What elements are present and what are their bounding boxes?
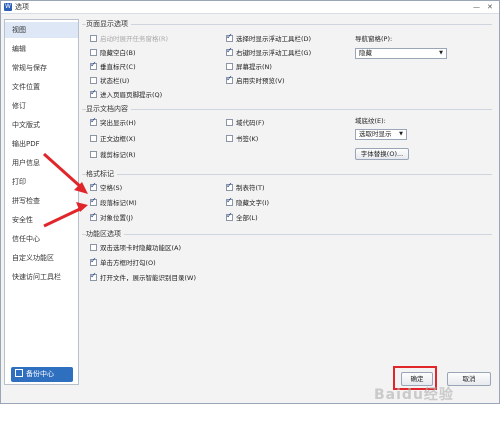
checkbox[interactable] (90, 256, 97, 266)
annotation-arrows (42, 152, 88, 228)
option-text-boundaries[interactable]: 正文边框(X) (90, 134, 136, 144)
checkbox[interactable] (90, 88, 97, 98)
watermark-logo: Baidu经验 (374, 387, 454, 403)
checkbox[interactable] (226, 196, 233, 206)
option-hide-blank[interactable]: 隐藏空白(B) (90, 48, 136, 58)
option-bookmarks[interactable]: 书签(K) (226, 134, 258, 144)
view-options-panel: 页面显示选项 启动时展开任务窗格(R) 隐藏空白(B) 垂直标尺(C) 状态栏(… (82, 19, 498, 379)
checkbox[interactable] (226, 211, 233, 221)
option-hidden-text[interactable]: 隐藏文字(I) (226, 196, 269, 208)
option-screen-tips[interactable]: 屏幕提示(N) (226, 62, 272, 72)
option-live-preview[interactable]: 启用实时预览(V) (226, 74, 285, 86)
backup-center-button[interactable]: 备份中心 (11, 367, 73, 382)
sidebar-item-edit[interactable]: 编辑 (5, 41, 78, 57)
option-header-footer-tip[interactable]: 进入页眉页脚提示(Q) (90, 88, 162, 100)
checkbox[interactable] (90, 271, 97, 281)
checkbox[interactable] (226, 63, 233, 70)
option-field-codes[interactable]: 域代码(F) (226, 118, 264, 128)
option-vertical-ruler[interactable]: 垂直标尺(C) (90, 60, 136, 72)
sidebar-item-chinese-layout[interactable]: 中文版式 (5, 117, 78, 133)
option-dblclick-hide-ribbon[interactable]: 双击选项卡时隐藏功能区(A) (90, 243, 181, 253)
arrow-line-1 (42, 152, 84, 190)
option-smart-toc[interactable]: 打开文件，展示智能识别目录(W) (90, 271, 196, 283)
option-expand-task-pane[interactable]: 启动时展开任务窗格(R) (90, 34, 168, 44)
field-shading-select[interactable]: 选取时显示 ▼ (355, 129, 407, 140)
field-shading-label: 域底纹(E): (355, 117, 386, 125)
sidebar-item-customize-ribbon[interactable]: 自定义功能区 (5, 250, 78, 266)
sidebar-item-file-location[interactable]: 文件位置 (5, 79, 78, 95)
title-bar: W 选项 — ✕ (1, 1, 499, 14)
sidebar-item-general-save[interactable]: 常规与保存 (5, 60, 78, 76)
option-status-bar[interactable]: 状态栏(U) (90, 76, 129, 86)
option-highlight[interactable]: 突出显示(H) (90, 116, 136, 128)
nav-pane-label: 导航窗格(P): (355, 35, 393, 43)
checkbox[interactable] (90, 49, 97, 56)
sidebar-item-view[interactable]: 视图 (5, 22, 78, 38)
divider (82, 174, 492, 175)
backup-icon (15, 369, 23, 377)
chevron-down-icon: ▼ (439, 50, 443, 56)
checkbox[interactable] (90, 60, 97, 70)
checkbox[interactable] (90, 116, 97, 126)
option-float-toolbar-rightclick[interactable]: 右键时显示浮动工具栏(G) (226, 46, 311, 58)
checkbox[interactable] (90, 135, 97, 142)
doc-content-title: 显示文档内容 (86, 105, 131, 114)
checkbox[interactable] (226, 135, 233, 142)
checkbox[interactable] (226, 181, 233, 191)
option-tabs[interactable]: 制表符(T) (226, 181, 265, 193)
sidebar-item-revision[interactable]: 修订 (5, 98, 78, 114)
nav-pane-select[interactable]: 隐藏 ▼ (355, 48, 447, 59)
option-click-to-check[interactable]: 单击方框时打勾(O) (90, 256, 156, 268)
checkbox[interactable] (226, 46, 233, 56)
chevron-down-icon: ▼ (399, 131, 403, 137)
arrow-line-2 (43, 206, 83, 228)
checkbox[interactable] (226, 119, 233, 126)
option-float-toolbar-select[interactable]: 选择时显示浮动工具栏(D) (226, 32, 311, 44)
backup-center-label: 备份中心 (26, 370, 54, 378)
checkbox[interactable] (226, 32, 233, 42)
font-replace-button[interactable]: 字体替换(O)... (355, 148, 409, 160)
ribbon-options-title: 功能区选项 (86, 230, 124, 239)
checkbox[interactable] (226, 74, 233, 84)
minimize-button[interactable]: — (473, 3, 480, 11)
page-display-title: 页面显示选项 (86, 20, 131, 29)
checkbox[interactable] (90, 35, 97, 42)
checkbox[interactable] (90, 244, 97, 251)
divider (82, 24, 492, 25)
window-title: 选项 (15, 3, 29, 11)
divider (82, 109, 492, 110)
wps-writer-icon: W (4, 3, 12, 11)
checkbox[interactable] (90, 77, 97, 84)
option-all-marks[interactable]: 全部(L) (226, 211, 258, 223)
sidebar-item-trust-center[interactable]: 信任中心 (5, 231, 78, 247)
sidebar-item-quick-access-toolbar[interactable]: 快速访问工具栏 (5, 269, 78, 285)
divider (82, 234, 492, 235)
close-button[interactable]: ✕ (487, 3, 493, 11)
